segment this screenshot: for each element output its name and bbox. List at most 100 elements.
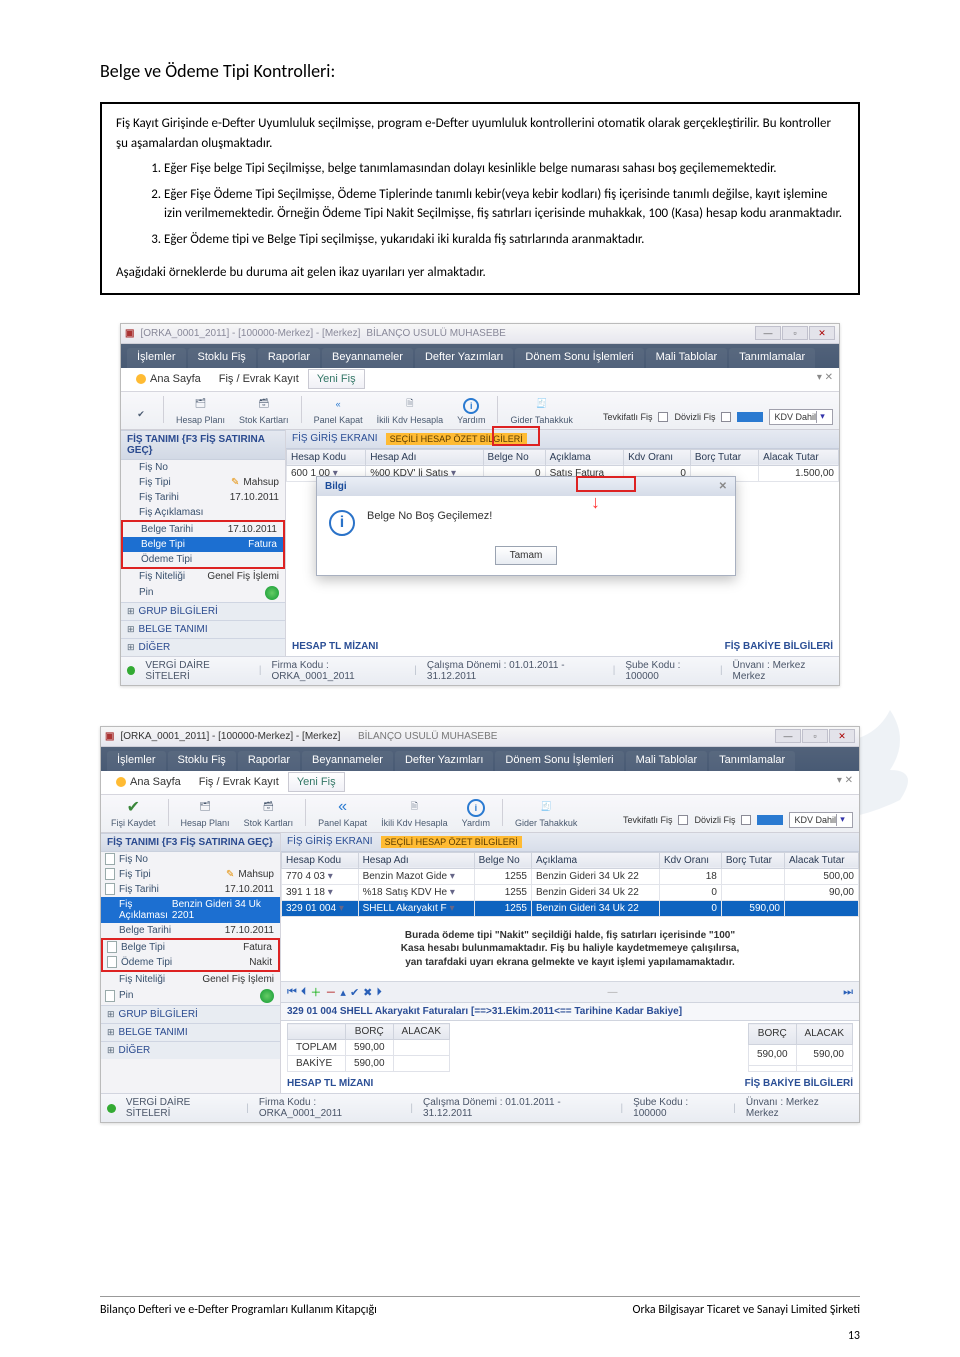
tab-close-icon[interactable]: ▾ ✕ xyxy=(817,372,833,383)
cell-belge-no[interactable]: 1255 xyxy=(474,884,531,900)
kdv-dahil-field[interactable]: KDV Dahil▾ xyxy=(769,409,833,425)
col-alacak-tutar[interactable]: Alacak Tutar xyxy=(759,449,839,465)
status-vergi[interactable]: VERGİ DAİRE SİTELERİ xyxy=(126,1097,236,1119)
tool-stok-kartlari[interactable]: 🗃Stok Kartları xyxy=(235,394,293,425)
cell-belge-no[interactable]: 1255 xyxy=(474,868,531,884)
menu-beyannameler[interactable]: Beyannameler xyxy=(302,751,393,771)
dovizli-checkbox[interactable] xyxy=(721,412,731,422)
col-kdv-orani[interactable]: Kdv Oranı xyxy=(660,852,722,868)
col-aciklama[interactable]: Açıklama xyxy=(531,852,659,868)
cell-hesap-kodu[interactable]: 329 01 004 xyxy=(282,900,359,916)
tool-fisi-kaydet[interactable]: ✔Fişi Kaydet xyxy=(107,797,160,828)
tab-ana-sayfa[interactable]: Ana Sayfa xyxy=(127,369,210,389)
nav-cancel-icon[interactable]: ✖ xyxy=(363,986,372,999)
row-belge-tarihi[interactable]: Belge Tarihi17.10.2011 xyxy=(121,520,285,537)
nav-prev-icon[interactable]: ⏴ xyxy=(301,986,307,999)
tool-gider-tahakkuk[interactable]: 🧾Gider Tahakkuk xyxy=(506,394,576,425)
row-fis-tipi[interactable]: Fiş Tipi ✎ Mahsup xyxy=(101,867,280,882)
menu-tanimlamalar[interactable]: Tanımlamalar xyxy=(729,348,815,368)
nav-next-icon[interactable]: ⏵ xyxy=(376,986,382,999)
row-belge-tarihi[interactable]: Belge Tarihi17.10.2011 xyxy=(101,923,280,938)
tool-panel-kapat[interactable]: «Panel Kapat xyxy=(314,797,371,828)
row-fis-tarihi[interactable]: Fiş Tarihi17.10.2011 xyxy=(101,882,280,897)
menu-defter[interactable]: Defter Yazımları xyxy=(415,348,513,368)
tool-ikili-kdv[interactable]: 🗎İkili Kdv Hesapla xyxy=(377,797,452,828)
row-odeme-tipi[interactable]: Ödeme Tipi Nakit xyxy=(103,955,278,970)
cell-hesap-kodu[interactable]: 770 4 03 xyxy=(282,868,359,884)
row-fis-no[interactable]: Fiş No xyxy=(121,460,285,475)
grp-belge-tanimi[interactable]: BELGE TANIMI xyxy=(121,620,285,638)
cell-hesap-adi[interactable]: %18 Satış KDV He xyxy=(358,884,474,900)
tool-ikili-kdv[interactable]: 🗎İkili Kdv Hesapla xyxy=(373,394,448,425)
row-belge-tipi[interactable]: Belge Tipi Fatura xyxy=(103,940,278,955)
color-swatch[interactable] xyxy=(757,815,783,825)
col-hesap-kodu[interactable]: Hesap Kodu xyxy=(287,449,366,465)
cell-kdv[interactable]: 0 xyxy=(660,900,722,916)
tool-yardim[interactable]: iYardım xyxy=(458,799,494,828)
kdv-dahil-field[interactable]: KDV Dahil▾ xyxy=(789,812,853,828)
dovizli-checkbox[interactable] xyxy=(741,815,751,825)
maximize-button[interactable]: ▫ xyxy=(782,326,808,340)
minimize-button[interactable]: — xyxy=(775,729,801,743)
tab-ana-sayfa[interactable]: Ana Sayfa xyxy=(107,772,190,792)
tevkifat-checkbox[interactable] xyxy=(658,412,668,422)
col-belge-no[interactable]: Belge No xyxy=(483,449,545,465)
cell-kdv[interactable]: 0 xyxy=(660,884,722,900)
menu-tanimlamalar[interactable]: Tanımlamalar xyxy=(709,751,795,771)
color-swatch[interactable] xyxy=(737,412,763,422)
tab-yeni-fis[interactable]: Yeni Fiş xyxy=(308,369,365,389)
grp-belge-tanimi[interactable]: BELGE TANIMI xyxy=(101,1023,280,1041)
dialog-close-icon[interactable]: ✕ xyxy=(719,481,727,492)
minimize-button[interactable]: — xyxy=(755,326,781,340)
menu-donem[interactable]: Dönem Sonu İşlemleri xyxy=(515,348,643,368)
cell-hesap-adi[interactable]: Benzin Mazot Gide xyxy=(358,868,474,884)
maximize-button[interactable]: ▫ xyxy=(802,729,828,743)
tab-fis-evrak[interactable]: Fiş / Evrak Kayıt xyxy=(190,772,288,792)
col-hesap-kodu[interactable]: Hesap Kodu xyxy=(282,852,359,868)
nav-remove-icon[interactable]: － xyxy=(325,984,336,1000)
cell-kdv[interactable]: 18 xyxy=(660,868,722,884)
grp-grup-bilgileri[interactable]: GRUP BİLGİLERİ xyxy=(101,1005,280,1023)
close-button[interactable]: ✕ xyxy=(829,729,855,743)
nav-first-icon[interactable]: ⏮ xyxy=(287,986,297,999)
close-button[interactable]: ✕ xyxy=(809,326,835,340)
cell-hesap-adi[interactable]: SHELL Akaryakıt F xyxy=(358,900,474,916)
cell-alacak[interactable]: 500,00 xyxy=(785,868,859,884)
tab-close-icon[interactable]: ▾ ✕ xyxy=(837,775,853,786)
grp-grup-bilgileri[interactable]: GRUP BİLGİLERİ xyxy=(121,602,285,620)
menu-raporlar[interactable]: Raporlar xyxy=(238,751,300,771)
menu-donem[interactable]: Dönem Sonu İşlemleri xyxy=(495,751,623,771)
tevkifat-checkbox[interactable] xyxy=(678,815,688,825)
row-fis-niteligi[interactable]: Fiş NiteliğiGenel Fiş İşlemi xyxy=(121,569,285,584)
grid-row[interactable]: 770 4 03 Benzin Mazot Gide 1255 Benzin G… xyxy=(282,868,859,884)
grp-diger[interactable]: DİĞER xyxy=(121,638,285,656)
cell-hesap-kodu[interactable]: 391 1 18 xyxy=(282,884,359,900)
menu-stoklu-fis[interactable]: Stoklu Fiş xyxy=(188,348,256,368)
nav-ok-icon[interactable]: ✔ xyxy=(350,986,359,999)
cell-alacak[interactable] xyxy=(785,900,859,916)
col-alacak-tutar[interactable]: Alacak Tutar xyxy=(785,852,859,868)
menu-stoklu-fis[interactable]: Stoklu Fiş xyxy=(168,751,236,771)
col-aciklama[interactable]: Açıklama xyxy=(545,449,624,465)
tool-panel-kapat[interactable]: «Panel Kapat xyxy=(310,394,367,425)
cell-aciklama[interactable]: Benzin Gideri 34 Uk 22 xyxy=(531,884,659,900)
row-fis-no[interactable]: Fiş No xyxy=(101,852,280,867)
tool-yardim[interactable]: iYardım xyxy=(453,398,489,425)
menu-islemler[interactable]: İşlemler xyxy=(127,348,186,368)
tool-hesap-plani[interactable]: 🗂Hesap Planı xyxy=(177,797,234,828)
nav-add-icon[interactable]: ＋ xyxy=(310,984,321,1000)
cell-alacak[interactable]: 1.500,00 xyxy=(759,465,839,481)
tab-yeni-fis[interactable]: Yeni Fiş xyxy=(288,772,345,792)
row-fis-aciklama[interactable]: Fiş Açıklaması xyxy=(121,505,285,520)
row-fis-tipi[interactable]: Fiş Tipi ✎ Mahsup xyxy=(121,475,285,490)
tool-gider-tahakkuk[interactable]: 🧾Gider Tahakkuk xyxy=(511,797,581,828)
cell-borc[interactable]: 590,00 xyxy=(721,900,784,916)
cell-aciklama[interactable]: Benzin Gideri 34 Uk 22 xyxy=(531,900,659,916)
menu-mali[interactable]: Mali Tablolar xyxy=(626,751,708,771)
row-pin[interactable]: Pin xyxy=(121,584,285,602)
cell-belge-no[interactable]: 1255 xyxy=(474,900,531,916)
row-fis-tarihi[interactable]: Fiş Tarihi17.10.2011 xyxy=(121,490,285,505)
menu-beyannameler[interactable]: Beyannameler xyxy=(322,348,413,368)
menu-islemler[interactable]: İşlemler xyxy=(107,751,166,771)
nav-last-icon[interactable]: ⏭ xyxy=(843,986,853,999)
